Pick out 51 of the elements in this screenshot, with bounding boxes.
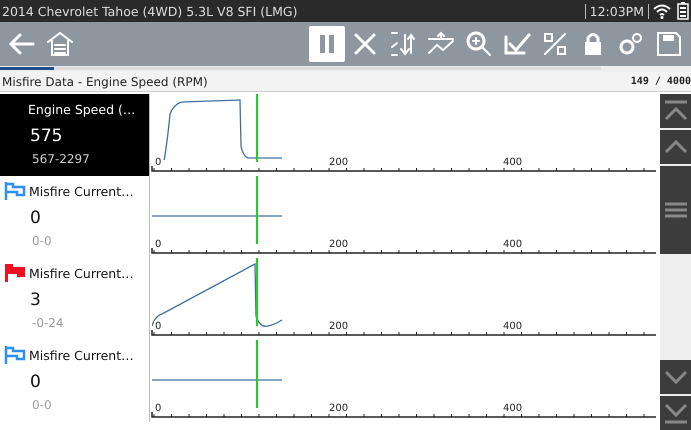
scroll-down-button[interactable] — [660, 360, 691, 394]
cursor-line — [256, 176, 258, 244]
axis-tick-label: 400 — [502, 403, 524, 414]
parameter-name: Misfire Current… — [29, 184, 134, 198]
frame-counter: 149 / 4000 — [630, 76, 691, 87]
parameter-name: Misfire Current… — [29, 348, 134, 362]
pause-button[interactable] — [309, 26, 345, 62]
axis-tick-label: 0 — [154, 403, 162, 414]
scroll-bottom-button[interactable] — [660, 396, 691, 430]
scroll-bottom-icon — [664, 401, 688, 425]
cursor-line — [256, 94, 258, 162]
parameter-value: 575 — [30, 126, 64, 146]
parameter-value: 0 — [30, 372, 42, 392]
battery-icon — [677, 2, 689, 20]
axis-tick-label: 200 — [328, 239, 350, 250]
cursor-line — [256, 258, 258, 326]
scroll-thumb[interactable] — [660, 166, 691, 254]
axis-tick-label: 400 — [502, 157, 524, 168]
parameter-name: Engine Speed (… — [28, 102, 136, 116]
parameter-range: 0-0 — [32, 398, 53, 412]
axis-tick-label: 200 — [328, 321, 350, 332]
parameter-range: 0-0 — [32, 234, 53, 248]
zoom-icon — [464, 29, 494, 59]
parameter-label[interactable]: Misfire Current… 0 0-0 — [0, 176, 150, 258]
axis-tick-label: 200 — [328, 403, 350, 414]
parameter-name: Misfire Current… — [29, 266, 134, 280]
clock-time: 12:03PM — [584, 4, 649, 18]
scroll-top-button[interactable] — [660, 94, 691, 128]
axis-tick-label: 400 — [502, 239, 524, 250]
vehicle-title: 2014 Chevrolet Tahoe (4WD) 5.3L V8 SFI (LMG) — [2, 4, 298, 18]
axis-tick-label: 400 — [502, 321, 524, 332]
sort-icon — [388, 29, 418, 59]
parameter-label[interactable]: Engine Speed (… 575 567-2297 — [0, 94, 150, 176]
save-icon — [654, 29, 684, 59]
axis-tick-label: 0 — [154, 321, 162, 332]
home-icon — [45, 29, 75, 59]
graph-title: Misfire Data - Engine Speed (RPM) — [2, 74, 208, 88]
scroll-up-button[interactable] — [660, 130, 691, 164]
parameter-range: -0-24 — [32, 316, 65, 330]
axis-tick-label: 0 — [154, 157, 162, 168]
scroll-top-icon — [664, 99, 688, 123]
grip-icon — [664, 200, 688, 220]
parameter-value: 3 — [30, 290, 42, 310]
parameter-value: 0 — [30, 208, 42, 228]
axis-tick-label: 200 — [328, 157, 350, 168]
parameter-label[interactable]: Misfire Current… 0 0-0 — [0, 340, 150, 422]
wifi-icon — [653, 3, 671, 19]
cursor-line — [256, 340, 258, 408]
axis-tick-label: 0 — [154, 239, 162, 250]
parameter-label[interactable]: Misfire Current… 3 -0-24 — [0, 258, 150, 340]
parameter-range: 567-2297 — [32, 152, 91, 166]
